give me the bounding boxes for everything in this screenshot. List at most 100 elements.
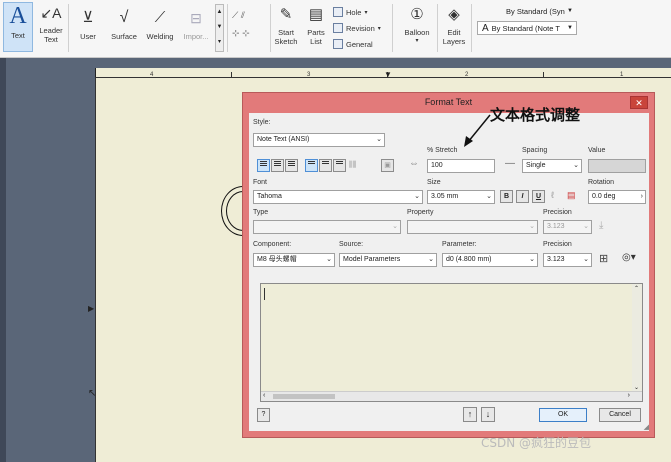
style-bottom-value: By Standard (Note T — [491, 23, 560, 33]
style-top-value: By Standard (Syn — [506, 6, 565, 16]
valign-bottom-button[interactable] — [333, 159, 346, 172]
style-select[interactable]: Note Text (ANSI) ⌄ — [253, 133, 385, 147]
bold-button[interactable]: B — [500, 190, 513, 203]
ruler-number: 2 — [465, 72, 469, 78]
move-up-button[interactable]: ↑ — [463, 407, 477, 422]
chevron-down-icon: ▼ — [567, 8, 573, 14]
precision-select[interactable]: 3.123 ⌄ — [543, 220, 592, 234]
ribbon-scroll[interactable]: ▲ ▼ ▾ — [215, 4, 224, 52]
ruler-number: 3 — [307, 72, 311, 78]
color-icon[interactable]: ▤ — [567, 190, 576, 201]
start-sketch-label: Start Sketch — [274, 28, 298, 46]
add-parameter-icon[interactable]: ⤓ — [599, 220, 603, 231]
editor-hscroll[interactable]: ‹ › — [261, 391, 642, 401]
style-label: Style: — [253, 119, 271, 126]
spacing-select[interactable]: Single ⌄ — [522, 159, 582, 173]
surface-label: Surface — [111, 32, 137, 41]
precision2-select[interactable]: 3.123 ⌄ — [543, 253, 592, 267]
italic-button[interactable]: I — [516, 190, 529, 203]
centerline-icon[interactable]: ⊹ — [242, 28, 250, 38]
import-button[interactable]: ⊟ Impor... — [178, 6, 214, 52]
resize-grip-icon[interactable]: ◢ — [644, 423, 649, 431]
welding-button[interactable]: ⟋ Welding — [143, 6, 177, 52]
chevron-right-icon: › — [640, 193, 643, 200]
precision-value: 3.123 — [547, 223, 565, 230]
left-edge-strip — [0, 58, 6, 462]
hscroll-thumb[interactable] — [273, 394, 335, 399]
chevron-down-icon: ⌄ — [573, 162, 579, 169]
source-select[interactable]: Model Parameters ⌄ — [339, 253, 437, 267]
underline-button[interactable]: U — [532, 190, 545, 203]
leader-text-button[interactable]: ↙A Leader Text — [36, 2, 66, 52]
font-value: Tahoma — [257, 193, 282, 200]
leader-text-icon: ↙A — [40, 5, 62, 21]
revision-dropdown-icon: ▾ — [377, 25, 381, 32]
edit-layers-label: Edit Layers — [442, 28, 466, 46]
help-button[interactable]: ? — [257, 408, 270, 422]
balloon-dropdown-icon: ▾ — [415, 38, 419, 44]
user-button[interactable]: ⊻ User — [74, 6, 102, 52]
chevron-down-icon: ⌄ — [486, 193, 492, 200]
stretch-input[interactable]: 100 — [427, 159, 495, 173]
style-dropdown-top[interactable]: By Standard (Syn ▼ — [477, 4, 577, 18]
hatch-tool-icon[interactable]: ⫽ — [241, 10, 245, 20]
revision-button[interactable]: Revision ▾ — [333, 23, 381, 33]
ok-button[interactable]: OK — [539, 408, 587, 422]
dialog-title: Format Text — [424, 97, 473, 107]
valign-middle-button[interactable] — [319, 159, 332, 172]
fit-text-icon[interactable]: ⇔ — [409, 158, 419, 169]
size-select[interactable]: 3.05 mm ⌄ — [427, 190, 495, 204]
balloon-button[interactable]: ① Balloon ▾ — [400, 4, 434, 52]
cancel-button[interactable]: Cancel — [599, 408, 641, 422]
import-label: Impor... — [183, 32, 209, 41]
component-value: M8 母头螺帽 — [257, 256, 297, 263]
text-button[interactable]: A Text — [3, 2, 33, 52]
ribbon-separator — [68, 4, 69, 52]
hole-button[interactable]: Hole ▾ — [333, 7, 367, 17]
stacking-icon[interactable]: ⫼⫼ — [349, 160, 356, 170]
scroll-more-icon: ▾ — [217, 39, 221, 45]
center-mark-icon[interactable]: ⊹ — [232, 28, 240, 38]
general-button[interactable]: General — [333, 39, 373, 49]
arrow-up-icon: ↑ — [467, 409, 473, 419]
align-right-button[interactable] — [285, 159, 298, 172]
edit-layers-button[interactable]: ◈ Edit Layers — [440, 4, 468, 52]
align-center-button[interactable] — [271, 159, 284, 172]
insert-image-button[interactable]: ▣ — [381, 159, 394, 172]
chevron-down-icon: ⌄ — [583, 223, 589, 230]
rotation-input[interactable]: 0.0 deg › — [588, 190, 646, 204]
style-dropdown-bottom[interactable]: A By Standard (Note T ▼ — [477, 21, 577, 35]
chevron-down-icon: ▼ — [567, 25, 573, 31]
strikethrough-icon[interactable]: ℓ — [551, 190, 554, 200]
property-label: Property — [407, 209, 434, 216]
scroll-up-icon: ⌃ — [634, 286, 640, 292]
sheet-top-margin — [95, 58, 671, 68]
parameter-select[interactable]: d0 (4.800 mm) ⌄ — [442, 253, 538, 267]
value-input[interactable] — [588, 159, 646, 173]
parameter-label: Parameter: — [442, 241, 477, 248]
scroll-left-icon: ‹ — [263, 392, 266, 399]
text-a-icon: A — [9, 3, 27, 29]
start-sketch-button[interactable]: ✎ Start Sketch — [272, 4, 300, 52]
type-select[interactable]: ⌄ — [253, 220, 401, 234]
font-select[interactable]: Tahoma ⌄ — [253, 190, 423, 204]
general-label: General — [346, 39, 373, 49]
move-down-button[interactable]: ↓ — [481, 407, 495, 422]
balloon-label: Balloon — [404, 28, 430, 37]
valign-top-button[interactable] — [305, 159, 318, 172]
general-table-icon — [333, 39, 343, 49]
surface-button[interactable]: √ Surface — [106, 6, 142, 52]
revision-table-icon — [333, 23, 343, 33]
parts-list-button[interactable]: ▤ Parts List — [303, 4, 329, 52]
insert-parameter-icon[interactable]: ⊞ — [599, 252, 608, 265]
user-label: User — [80, 32, 96, 41]
align-left-button[interactable] — [257, 159, 270, 172]
text-editor[interactable]: ⌃ ⌄ ‹ › — [260, 283, 643, 402]
close-button[interactable]: ✕ — [630, 96, 648, 109]
line-tool-icon[interactable]: ⟋ — [232, 10, 238, 20]
component-select[interactable]: M8 母头螺帽 ⌄ — [253, 253, 335, 267]
editor-vscroll[interactable]: ⌃ ⌄ — [632, 284, 642, 392]
chevron-down-icon: ⌄ — [529, 223, 535, 230]
symbol-icon[interactable]: ◎▾ — [622, 252, 636, 263]
property-select[interactable]: ⌄ — [407, 220, 538, 234]
